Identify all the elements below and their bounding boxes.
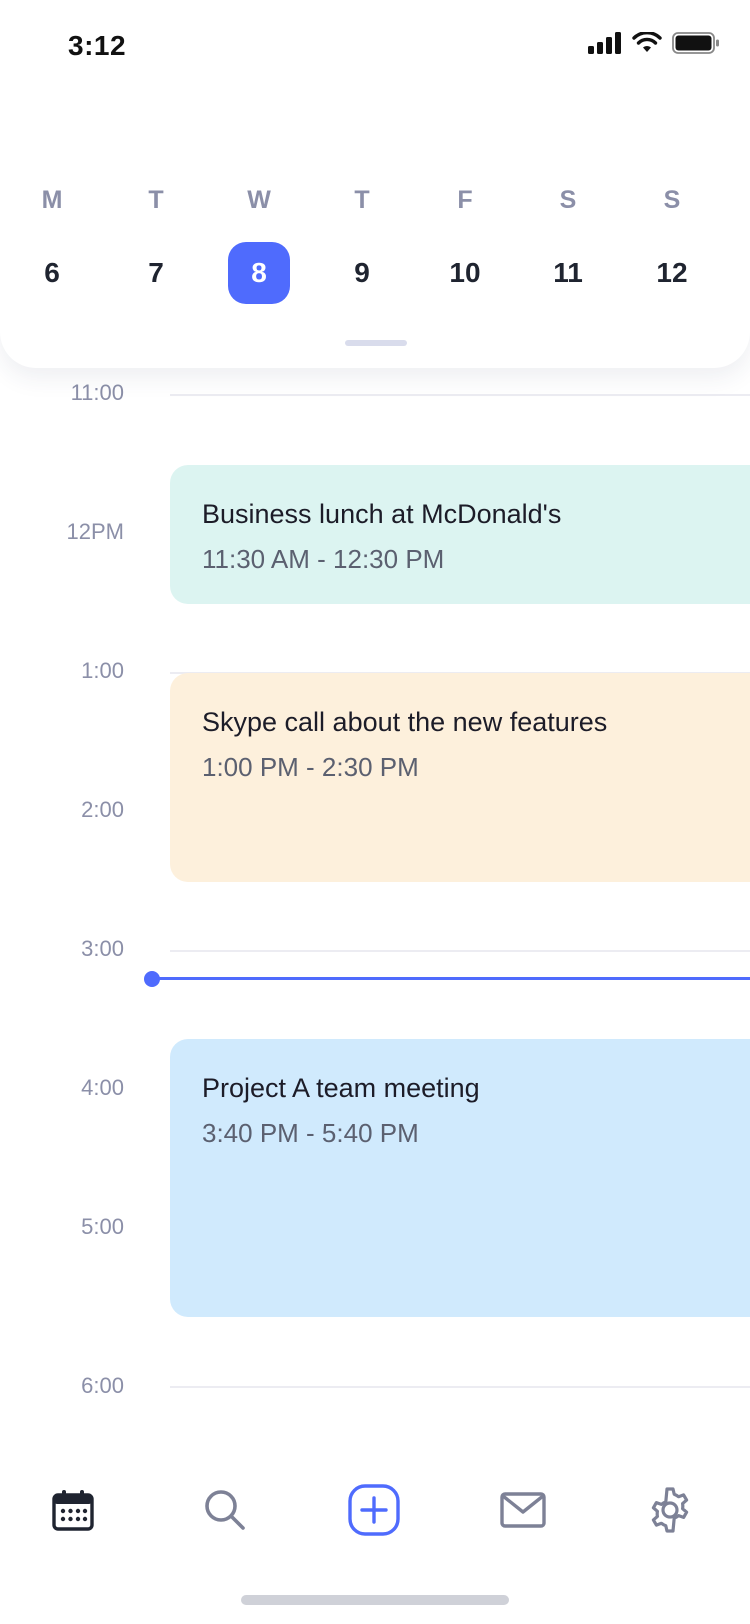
nav-search[interactable]	[193, 1478, 257, 1542]
day-letter: F	[457, 186, 473, 214]
day-letter: M	[41, 186, 63, 214]
day-letter: T	[148, 186, 164, 214]
event-time: 3:40 PM - 5:40 PM	[202, 1118, 419, 1148]
day-number[interactable]: 11	[537, 242, 599, 304]
nav-mail[interactable]	[491, 1478, 555, 1542]
signal-icon	[588, 32, 621, 54]
hour-line	[170, 1386, 750, 1388]
nav-calendar[interactable]	[41, 1478, 105, 1542]
wifi-icon	[632, 32, 662, 52]
hour-label: 12PM	[66, 519, 124, 544]
day-letter: T	[354, 186, 370, 214]
mail-icon	[500, 1492, 546, 1528]
status-icons	[588, 32, 720, 54]
search-icon	[205, 1490, 245, 1530]
status-bar: 3:12	[0, 0, 750, 96]
hour-label: 3:00	[81, 936, 124, 961]
event-title: Business lunch at McDonald's	[202, 499, 562, 529]
drag-handle[interactable]	[345, 340, 407, 346]
event-title: Skype call about the new features	[202, 707, 608, 737]
nav-add[interactable]	[342, 1478, 406, 1542]
event-card[interactable]: Business lunch at McDonald's 11:30 AM - …	[170, 465, 750, 604]
hour-line	[170, 394, 750, 396]
event-time: 11:30 AM - 12:30 PM	[202, 544, 445, 574]
hour-label: 2:00	[81, 797, 124, 822]
day-letter: W	[247, 186, 271, 214]
day-number-selected[interactable]: 8	[228, 242, 290, 304]
settings-icon	[651, 1487, 689, 1533]
week-days-row: M 6 T 7 W 8 T 9 F 10 S 11 S 12	[0, 176, 750, 326]
battery-icon	[672, 32, 719, 54]
day-number[interactable]: 7	[125, 242, 187, 304]
status-time: 3:12	[68, 30, 127, 61]
hour-label: 11:00	[70, 380, 124, 405]
event-time: 1:00 PM - 2:30 PM	[202, 752, 419, 782]
hour-label: 5:00	[81, 1214, 124, 1239]
hour-line	[170, 950, 750, 952]
event-title: Project A team meeting	[202, 1073, 480, 1103]
event-card[interactable]: Project A team meeting 3:40 PM - 5:40 PM	[170, 1039, 750, 1317]
hour-label: 4:00	[81, 1075, 124, 1100]
hour-label: 6:00	[81, 1373, 124, 1398]
event-card[interactable]: Skype call about the new features 1:00 P…	[170, 673, 750, 882]
day-letter: S	[663, 186, 681, 214]
day-timeline[interactable]: 11:00 12PM 1:00 2:00 3:00 4:00 5:00 6:00…	[0, 368, 750, 1458]
day-number[interactable]: 10	[434, 242, 496, 304]
hour-label: 1:00	[81, 658, 124, 683]
day-letter: S	[559, 186, 577, 214]
nav-settings[interactable]	[638, 1478, 702, 1542]
calendar-icon	[52, 1490, 94, 1531]
current-time-dot	[144, 971, 160, 987]
day-number[interactable]: 12	[641, 242, 703, 304]
bottom-nav	[0, 1458, 750, 1624]
current-time-line	[152, 977, 750, 980]
day-number[interactable]: 9	[331, 242, 393, 304]
week-header: 3:12 M 6 T 7 W 8 T 9 F 10 S 11 S 12	[0, 0, 750, 368]
add-icon	[348, 1484, 400, 1536]
day-number[interactable]: 6	[21, 242, 83, 304]
home-indicator	[241, 1595, 509, 1605]
